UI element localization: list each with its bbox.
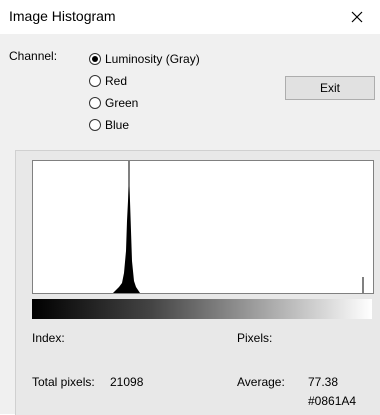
total-pixels-label: Total pixels: [32,375,95,389]
histogram-plot [113,161,364,293]
channel-label: Channel: [9,49,58,63]
histogram-panel: Index: Pixels: Total pixels: 21098 Avera… [15,150,380,415]
pixels-label: Pixels: [237,331,273,345]
window-title: Image Histogram [9,8,116,24]
radio-unchecked-icon [89,75,101,87]
average-value: 77.38 [308,375,339,389]
dialog-body: Channel: Luminosity (Gray) Red Green Blu… [0,34,380,415]
radio-checked-icon [89,53,101,65]
radio-label: Red [105,74,128,88]
exit-button[interactable]: Exit [285,76,375,100]
radio-unchecked-icon [89,119,101,131]
total-pixels-value: 21098 [110,375,144,389]
radio-red[interactable]: Red [89,70,200,92]
histogram-display[interactable] [32,160,374,294]
close-icon [351,11,363,23]
radio-label: Blue [105,118,130,132]
average-label: Average: [237,375,285,389]
average-hex: #0861A4 [308,394,357,408]
channel-radio-group: Luminosity (Gray) Red Green Blue [89,48,200,136]
radio-label: Luminosity (Gray) [105,52,200,66]
radio-luminosity[interactable]: Luminosity (Gray) [89,48,200,70]
radio-blue[interactable]: Blue [89,114,200,136]
histogram-peak [113,171,140,293]
radio-label: Green [105,96,139,110]
title-bar: Image Histogram [0,0,380,34]
radio-unchecked-icon [89,97,101,109]
close-button[interactable] [334,0,380,34]
index-label: Index: [32,331,65,345]
luminosity-gradient-bar [32,299,372,319]
radio-green[interactable]: Green [89,92,200,114]
